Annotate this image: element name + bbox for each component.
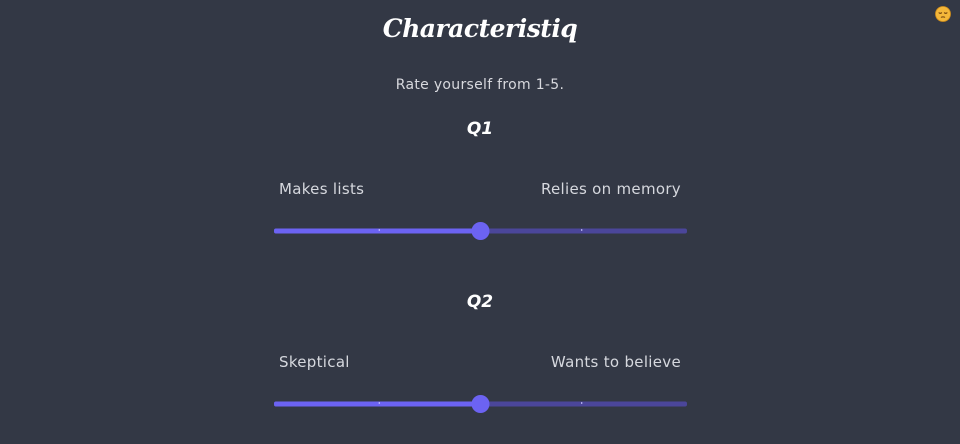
slider-thumb[interactable]	[471, 395, 490, 413]
question-2-slider[interactable]	[274, 393, 687, 415]
question-1-right-label: Relies on memory	[540, 180, 681, 198]
slider-fill	[274, 228, 481, 234]
slider-tick	[581, 229, 583, 231]
slider-thumb[interactable]	[471, 222, 490, 240]
slider-fill	[274, 401, 481, 407]
instructions-text: Rate yourself from 1-5.	[395, 77, 565, 93]
slider-tick	[581, 402, 583, 404]
slider-tick	[378, 402, 380, 404]
slider-tick	[378, 229, 380, 231]
slider-graphic[interactable]	[274, 220, 687, 242]
page: Characteristiq Rate yourself from 1-5. Q…	[0, 0, 960, 444]
slider-graphic[interactable]	[274, 393, 687, 415]
question-2-right-label: Wants to believe	[550, 353, 681, 371]
question-1-slider[interactable]	[274, 220, 687, 242]
question-2-title: Q2	[466, 292, 494, 312]
question-2-left-label: Skeptical	[279, 353, 350, 371]
question-1-left-label: Makes lists	[279, 180, 365, 198]
question-1-title: Q1	[466, 119, 494, 139]
app-title: Characteristiq	[382, 14, 578, 43]
sleepy-face-icon[interactable]	[935, 6, 951, 22]
